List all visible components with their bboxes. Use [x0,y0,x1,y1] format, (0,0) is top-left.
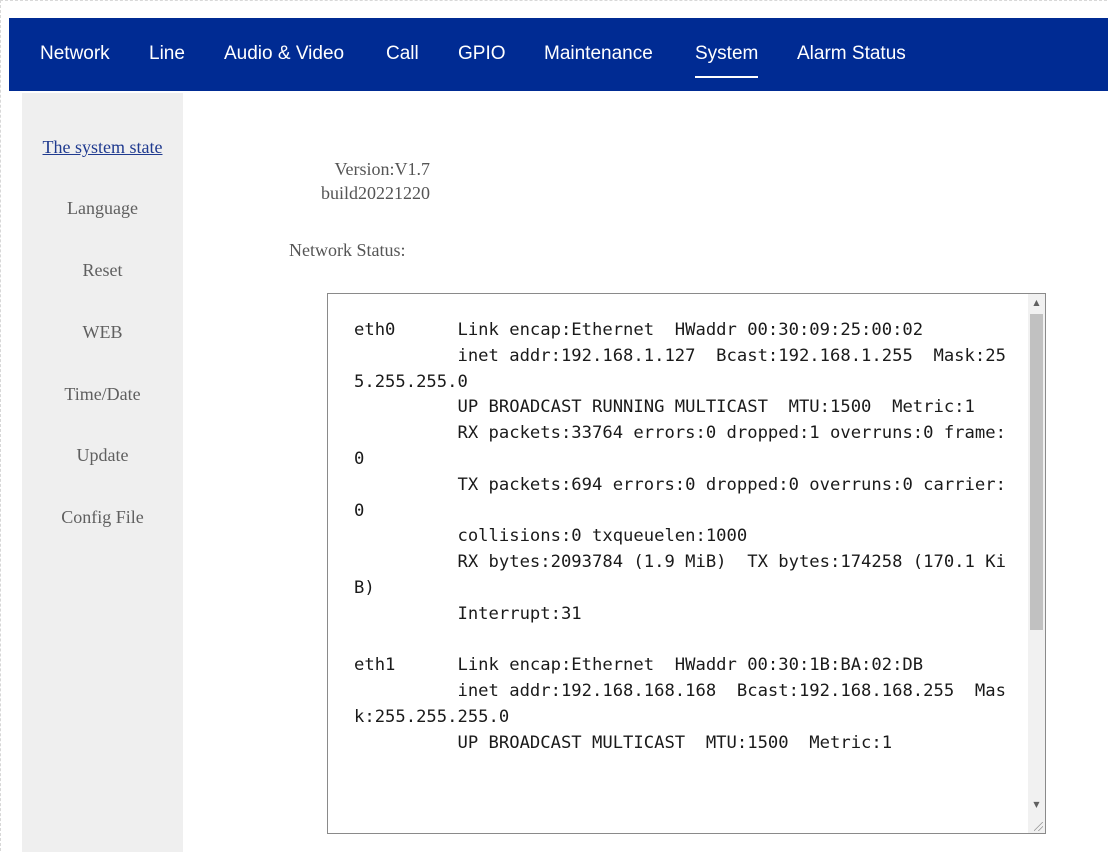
scrollbar-thumb[interactable] [1030,314,1043,630]
nav-tab-alarm-status[interactable]: Alarm Status [797,18,906,91]
nav-tab-network[interactable]: Network [40,18,110,91]
resize-grip-icon[interactable] [1034,822,1043,831]
build-number: build20221220 [320,183,430,203]
nav-tab-audio-video[interactable]: Audio & Video [224,18,344,91]
network-status-output: eth0 Link encap:Ethernet HWaddr 00:30:09… [354,320,1006,753]
network-status-textarea[interactable]: eth0 Link encap:Ethernet HWaddr 00:30:09… [327,293,1046,834]
sidebar-item-update[interactable]: Update [22,445,183,466]
version-number: Version:V1.7 [334,159,431,179]
vertical-scrollbar[interactable]: ▲ ▼ [1028,294,1045,833]
nav-tab-maintenance[interactable]: Maintenance [544,18,653,91]
scroll-down-arrow-icon[interactable]: ▼ [1028,796,1045,813]
sidebar-item-web[interactable]: WEB [22,322,183,343]
nav-tab-gpio[interactable]: GPIO [458,18,506,91]
sidebar-item-language[interactable]: Language [22,198,183,219]
sidebar-item-reset[interactable]: Reset [22,260,183,281]
nav-tab-call[interactable]: Call [386,18,419,91]
sidebar-item-system-state[interactable]: The system state [22,137,183,158]
scroll-up-arrow-icon[interactable]: ▲ [1028,294,1045,311]
version-info: Version:V1.7 build20221220 [286,157,430,205]
top-navigation-bar: Network Line Audio & Video Call GPIO Mai… [9,18,1108,91]
network-status-label: Network Status: [289,240,406,260]
sidebar-item-time-date[interactable]: Time/Date [22,384,183,405]
nav-tab-line[interactable]: Line [149,18,185,91]
nav-tab-system[interactable]: System [695,18,759,91]
sidebar: The system state Language Reset WEB Time… [22,93,183,852]
sidebar-item-config-file[interactable]: Config File [22,507,183,528]
